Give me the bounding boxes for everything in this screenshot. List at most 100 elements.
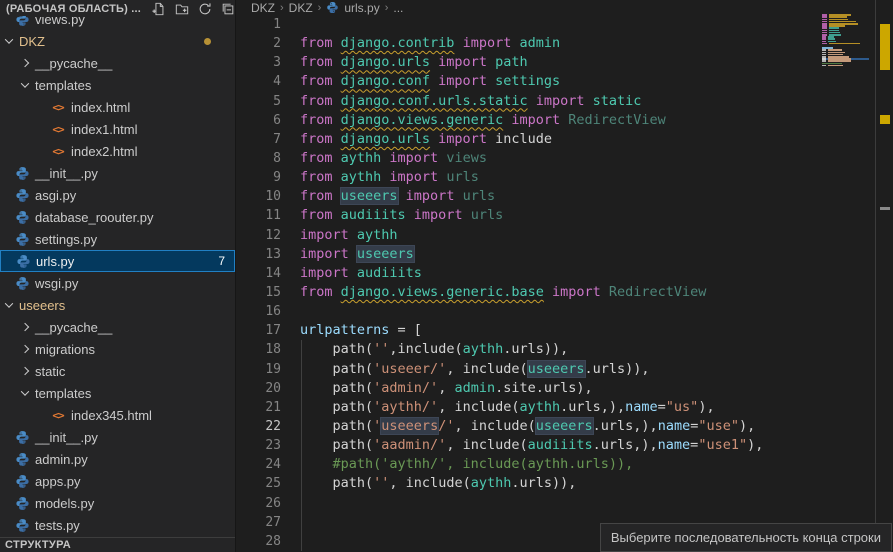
python-icon <box>15 518 30 533</box>
code-token: path( <box>300 437 373 453</box>
explorer-section-header[interactable]: (РАБОЧАЯ ОБЛАСТЬ) ... <box>0 0 235 16</box>
code-text: from django.views.generic.base import Re… <box>281 283 706 302</box>
code-token: path( <box>300 361 373 377</box>
code-line[interactable]: 20 path('admin/', admin.site.urls), <box>237 379 875 398</box>
html-file-icon: <> <box>50 145 66 158</box>
line-number: 3 <box>237 53 281 72</box>
code-line[interactable]: 10from useeers import urls <box>237 187 875 206</box>
outline-section-header[interactable]: СТРУКТУРА <box>0 537 236 552</box>
code-token: 'aadmin/' <box>373 437 446 453</box>
tree-file-asgi-py[interactable]: asgi.py <box>0 184 235 206</box>
code-line[interactable]: 12import aythh <box>237 226 875 245</box>
chevron-down-icon <box>21 79 29 87</box>
python-icon <box>15 496 30 511</box>
breadcrumb: DKZ›DKZ›urls.py›... <box>237 0 893 15</box>
code-token: path( <box>300 341 373 357</box>
code-line[interactable]: 25 path('', include(aythh.urls)), <box>237 474 875 493</box>
html-file-icon: <> <box>50 409 66 422</box>
code-line[interactable]: 18 path('',include(aythh.urls)), <box>237 340 875 359</box>
code-line[interactable]: 6from django.views.generic import Redire… <box>237 111 875 130</box>
tree-file-admin-py[interactable]: admin.py <box>0 448 235 470</box>
tree-folder-dkz[interactable]: DKZ <box>0 30 235 52</box>
chevron-right-icon <box>21 59 29 67</box>
tree-folder-useeers[interactable]: useeers <box>0 294 235 316</box>
code-line[interactable]: 9from aythh import urls <box>237 168 875 187</box>
code-line[interactable]: 15from django.views.generic.base import … <box>237 283 875 302</box>
code-line[interactable]: 19 path('useeer/', include(useeers.urls)… <box>237 360 875 379</box>
code-token: django.conf <box>341 73 430 89</box>
code-line[interactable]: 1 <box>237 15 875 34</box>
code-line[interactable]: 4from django.conf import settings <box>237 72 875 91</box>
code-line[interactable]: 21 path('aythh/', include(aythh.urls,),n… <box>237 398 875 417</box>
line-number: 9 <box>237 168 281 187</box>
collapse-all-icon[interactable] <box>221 2 235 16</box>
code-text: urlpatterns = [ <box>281 321 422 340</box>
tree-file-urls-py[interactable]: urls.py7 <box>0 250 235 272</box>
tree-file-settings-py[interactable]: settings.py <box>0 228 235 250</box>
code-token: admin <box>454 380 495 396</box>
git-modified-dot <box>204 38 211 45</box>
overview-ruler[interactable] <box>875 0 893 552</box>
code-token: useeers <box>341 188 398 204</box>
tree-file--init-py[interactable]: __init__.py <box>0 426 235 448</box>
code-token: urls <box>446 169 479 185</box>
tree-item-label: __pycache__ <box>35 56 112 71</box>
tree-file-database-roouter-py[interactable]: database_roouter.py <box>0 206 235 228</box>
breadcrumb-item[interactable]: ... <box>393 1 403 15</box>
python-file-icon <box>14 232 30 247</box>
tree-folder-static[interactable]: static <box>0 360 235 382</box>
problems-count-badge: 7 <box>218 254 225 268</box>
tree-folder-migrations[interactable]: migrations <box>0 338 235 360</box>
code-token: django.views.generic <box>341 112 504 128</box>
line-number: 2 <box>237 34 281 53</box>
breadcrumb-item[interactable]: DKZ <box>289 1 313 15</box>
breadcrumb-item[interactable]: urls.py <box>344 1 379 15</box>
code-line[interactable]: 22 path('useeers/', include(useeers.urls… <box>237 417 875 436</box>
code-text <box>281 15 300 34</box>
code-text: path('aythh/', include(aythh.urls,),name… <box>281 398 715 417</box>
code-line[interactable]: 8from aythh import views <box>237 149 875 168</box>
code-line[interactable]: 17urlpatterns = [ <box>237 321 875 340</box>
new-folder-icon[interactable] <box>175 2 189 16</box>
tree-folder--pycache-[interactable]: __pycache__ <box>0 316 235 338</box>
code-line[interactable]: 16 <box>237 302 875 321</box>
minimap[interactable] <box>822 12 869 82</box>
tree-file--init-py[interactable]: __init__.py <box>0 162 235 184</box>
new-file-icon[interactable] <box>152 2 166 16</box>
code-token: import <box>528 93 593 109</box>
tree-folder-templates[interactable]: templates <box>0 382 235 404</box>
code-token: useeers <box>357 246 414 262</box>
tree-file-index-html[interactable]: <>index.html <box>0 96 235 118</box>
tree-file-index2-html[interactable]: <>index2.html <box>0 140 235 162</box>
code-line[interactable]: 5from django.conf.urls.static import sta… <box>237 92 875 111</box>
tree-file-models-py[interactable]: models.py <box>0 492 235 514</box>
code-token: name <box>658 418 691 434</box>
code-line[interactable]: 13import useeers <box>237 245 875 264</box>
tree-folder--pycache-[interactable]: __pycache__ <box>0 52 235 74</box>
tree-file-index345-html[interactable]: <>index345.html <box>0 404 235 426</box>
code-line[interactable]: 2from django.contrib import admin <box>237 34 875 53</box>
tree-file-index1-html[interactable]: <>index1.html <box>0 118 235 140</box>
code-line[interactable]: 14import audiiits <box>237 264 875 283</box>
tree-file-wsgi-py[interactable]: wsgi.py <box>0 272 235 294</box>
code-line[interactable]: 11from audiiits import urls <box>237 206 875 225</box>
tree-folder-templates[interactable]: templates <box>0 74 235 96</box>
code-text: path('admin/', admin.site.urls), <box>281 379 593 398</box>
code-line[interactable]: 7from django.urls import include <box>237 130 875 149</box>
code-line[interactable]: 3from django.urls import path <box>237 53 875 72</box>
code-area[interactable]: 12from django.contrib import admin3 from … <box>237 15 875 552</box>
line-number: 25 <box>237 474 281 493</box>
code-text: path('aadmin/', include(audiiits.urls,),… <box>281 436 763 455</box>
code-line[interactable]: 23 path('aadmin/', include(audiiits.urls… <box>237 436 875 455</box>
code-token: 'admin/' <box>373 380 438 396</box>
code-token: from <box>300 54 341 70</box>
minimap-token <box>828 65 843 67</box>
code-line[interactable]: 24 #path('aythh/', include(aythh.urls)), <box>237 455 875 474</box>
breadcrumb-item[interactable]: DKZ <box>251 1 275 15</box>
refresh-icon[interactable] <box>198 2 212 16</box>
code-line[interactable]: 26 <box>237 494 875 513</box>
tree-file-apps-py[interactable]: apps.py <box>0 470 235 492</box>
tree-item-label: wsgi.py <box>35 276 78 291</box>
tree-file-tests-py[interactable]: tests.py <box>0 514 235 536</box>
code-token: aythh <box>471 475 512 491</box>
